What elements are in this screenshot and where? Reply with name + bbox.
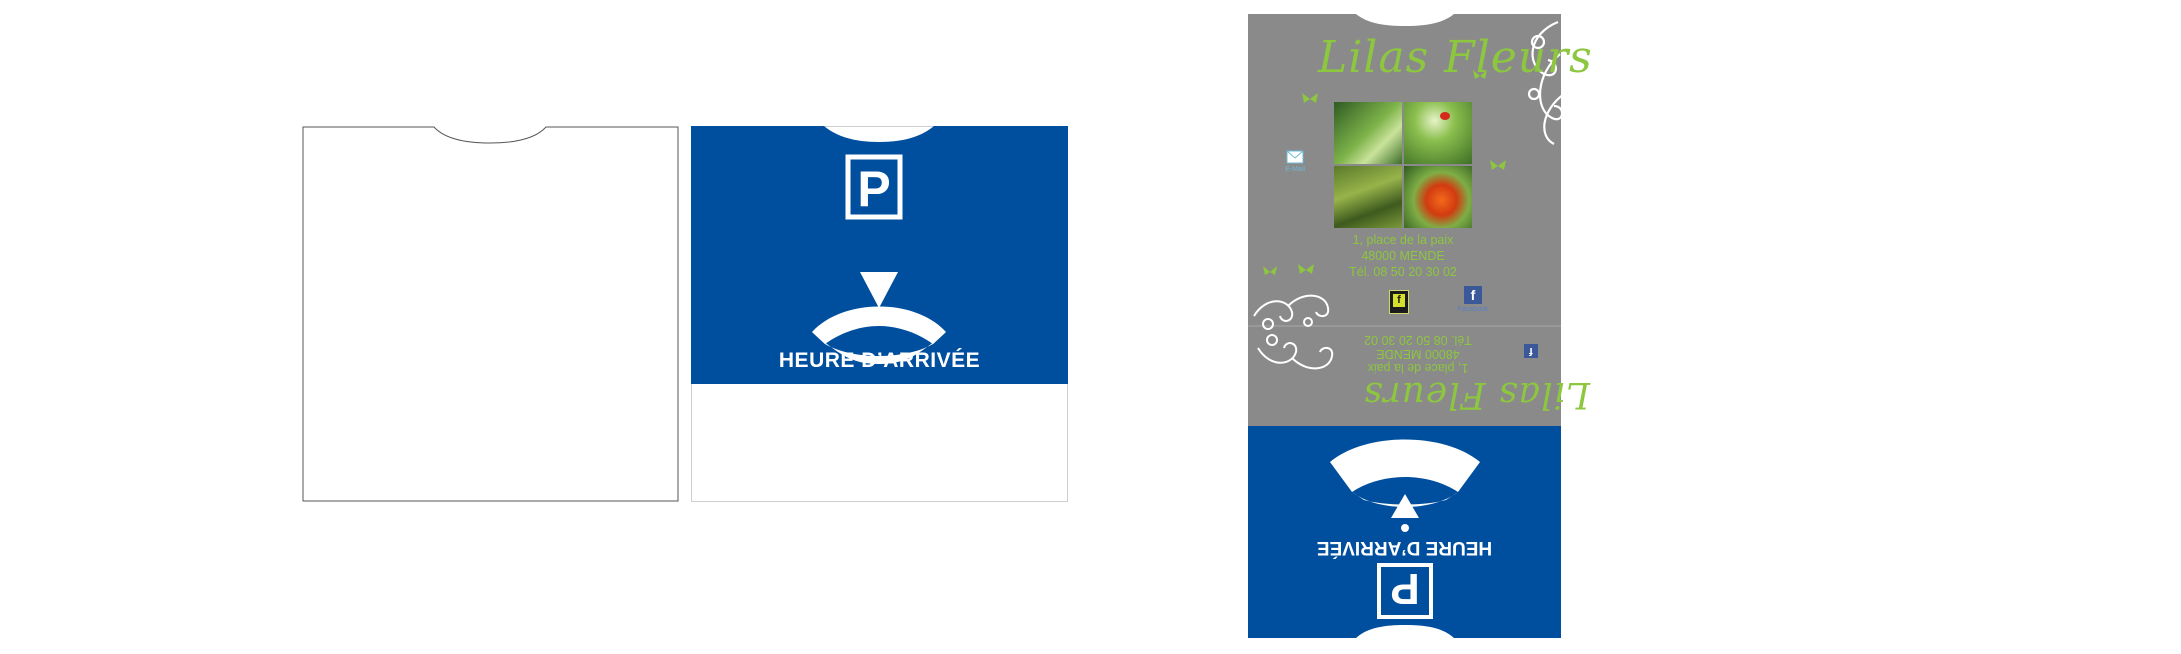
time-window-arc bbox=[812, 306, 946, 344]
facebook-icon[interactable]: f bbox=[1464, 286, 1482, 304]
parking-p-letter: P bbox=[857, 161, 890, 217]
photo-pods bbox=[1334, 166, 1402, 228]
time-window-indicator bbox=[812, 272, 946, 364]
photo-flower bbox=[1404, 166, 1472, 228]
parking-p-icon-inverted: P bbox=[1377, 563, 1433, 619]
email-label: E-Mail bbox=[1285, 166, 1305, 173]
brand-logo-text-inverted: Lilas Fleurs bbox=[1363, 374, 1590, 415]
blank-card-outline bbox=[302, 126, 679, 502]
facebook-label: Facebook bbox=[1457, 306, 1489, 313]
time-window-indicator-inverted bbox=[1330, 439, 1480, 532]
facebook-icon-inverted[interactable]: f bbox=[1524, 344, 1538, 358]
blank-card-shape bbox=[302, 126, 679, 502]
svg-text:P: P bbox=[1390, 564, 1419, 613]
swirl-left-inverted-icon bbox=[1257, 334, 1334, 370]
arrow-down-icon bbox=[860, 272, 898, 308]
swirl-left-icon bbox=[1253, 294, 1330, 330]
photo-ladybug bbox=[1404, 102, 1472, 164]
parking-disc-front: P HEURE D’ARRIVÉE bbox=[691, 126, 1068, 502]
photo-leaf bbox=[1334, 102, 1402, 164]
badge-icon[interactable]: f bbox=[1389, 290, 1409, 314]
email-icon[interactable] bbox=[1286, 150, 1304, 164]
address-line1: 1, place de la paix bbox=[1352, 233, 1454, 247]
arrival-time-label-inverted: HEURE D’ARRIVÉE bbox=[1316, 537, 1493, 558]
address-line2: 48000 MENDE bbox=[1361, 249, 1445, 263]
brand-logo-text: Lilas Fleurs bbox=[1318, 32, 1593, 83]
parking-disc-sleeve: Lilas Fleurs E-Mail 1, place de la paix … bbox=[1248, 14, 1592, 638]
parking-p-icon: P bbox=[845, 154, 903, 220]
